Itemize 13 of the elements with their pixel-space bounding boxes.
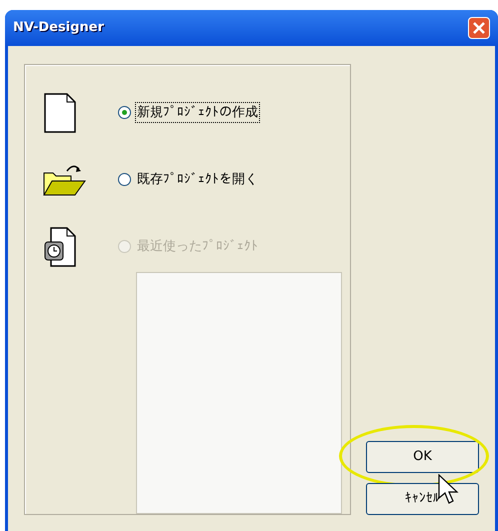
mouse-pointer-icon	[438, 474, 460, 506]
radio-button[interactable]	[118, 106, 131, 119]
dialog-button[interactable]: OK	[366, 441, 479, 473]
radio-button[interactable]	[118, 173, 131, 186]
close-button[interactable]	[468, 17, 490, 39]
folder-icon	[43, 162, 87, 196]
option-label[interactable]: 既存ﾌﾟﾛｼﾞｪｸﾄを開く	[136, 170, 259, 190]
option-label[interactable]: 新規ﾌﾟﾛｼﾞｪｸﾄの作成	[136, 102, 259, 122]
close-icon	[473, 22, 485, 34]
document-icon	[43, 92, 77, 134]
window-title: NV-Designer	[13, 19, 104, 38]
dialog-button[interactable]: ｷｬﾝｾﾙ	[366, 483, 479, 515]
document-clock-icon	[43, 226, 77, 268]
